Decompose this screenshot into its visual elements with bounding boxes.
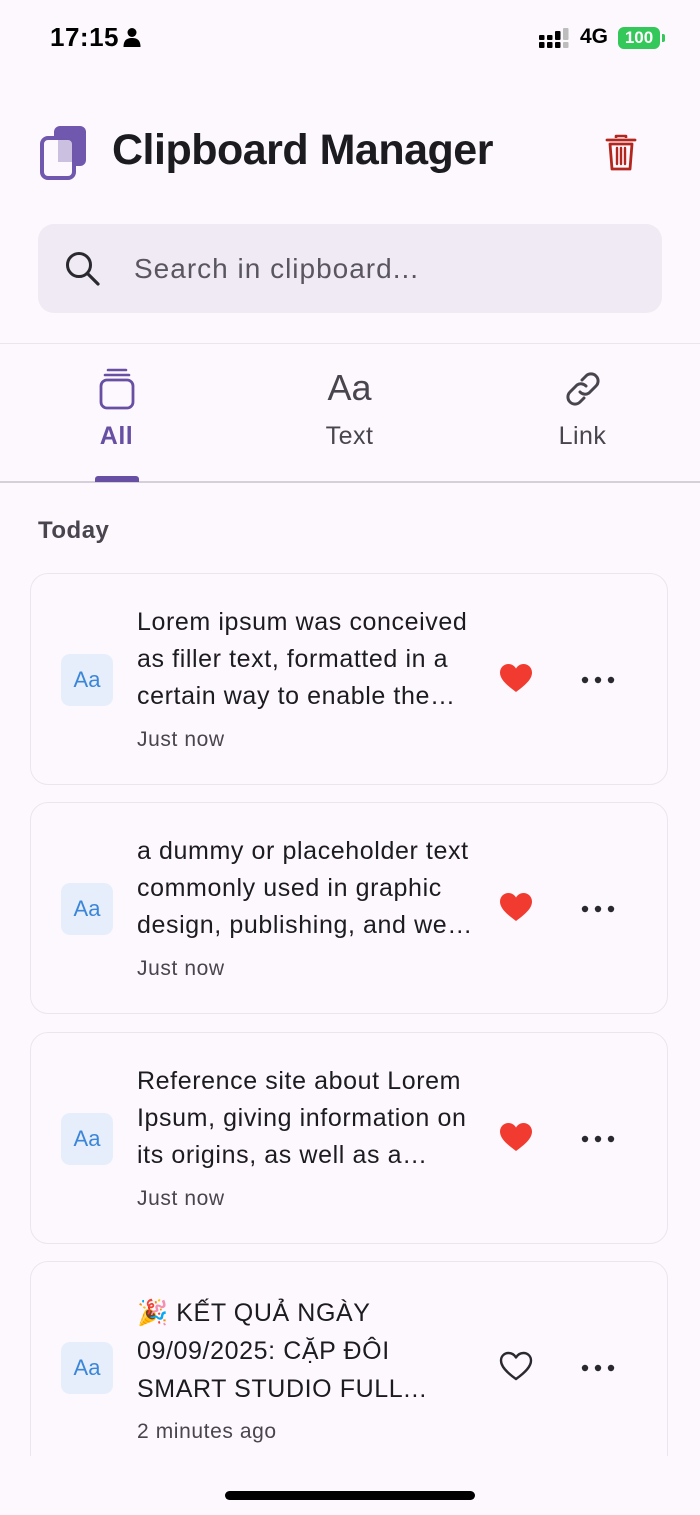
person-icon [122,27,142,52]
battery-icon: 100 [618,27,660,49]
heart-filled-icon [499,663,533,698]
stack-icon [99,368,135,415]
tab-label: All [99,422,134,450]
search-icon [64,250,102,293]
clip-timestamp: Just now [137,1187,225,1210]
more-options-button[interactable] [575,1117,621,1161]
clip-card[interactable]: Aa 🎉 KẾT QUẢ NGÀY 09/09/2025: CẶP ĐÔI SM… [30,1261,668,1473]
search-input[interactable] [134,246,634,292]
status-time: 17:15 [50,22,119,52]
heart-filled-icon [499,1122,533,1157]
active-tab-indicator [95,476,139,482]
more-horizontal-icon [581,671,615,689]
search-bar[interactable] [38,224,662,313]
clipboard-logo-icon [40,124,88,185]
app-title: Clipboard Manager [112,126,493,174]
bottom-safe-area [0,1456,700,1515]
favorite-button[interactable] [493,1346,539,1390]
more-horizontal-icon [581,1130,615,1148]
favorite-button[interactable] [493,658,539,702]
clip-card[interactable]: Aa Reference site about Lorem Ipsum, giv… [30,1032,668,1244]
trash-icon [605,134,637,177]
favorite-button[interactable] [493,887,539,931]
clip-text: Lorem ipsum was conceived as filler text… [137,608,468,710]
battery-tip [662,34,665,42]
tab-label: Link [558,422,607,450]
text-type-icon: Aa [327,367,372,408]
favorite-button[interactable] [493,1117,539,1161]
clip-text: Reference site about Lorem Ipsum, giving… [137,1067,467,1169]
cellular-signal-icon [539,28,571,55]
text-type-badge: Aa [61,883,113,935]
heart-outline-icon [499,1351,533,1386]
tab-text[interactable]: Aa Text [233,344,466,481]
more-horizontal-icon [581,1359,615,1377]
tab-bar: All Aa Text Link [0,344,700,481]
more-horizontal-icon [581,900,615,918]
delete-all-button[interactable] [592,127,650,183]
text-type-badge: Aa [61,1113,113,1165]
tab-label: Text [325,422,374,450]
more-options-button[interactable] [575,887,621,931]
clip-text: a dummy or placeholder text commonly use… [137,837,469,939]
tab-link[interactable]: Link [466,344,699,481]
network-type: 4G [580,25,609,48]
clip-card[interactable]: Aa Lorem ipsum was conceived as filler t… [30,573,668,785]
clip-text: 🎉 KẾT QUẢ NGÀY 09/09/2025: CẶP ĐÔI SMART… [137,1299,403,1403]
clip-timestamp: Just now [137,728,225,751]
home-indicator[interactable] [225,1491,475,1500]
more-options-button[interactable] [575,1346,621,1390]
clip-timestamp: 2 minutes ago [137,1420,277,1443]
link-icon [562,368,604,415]
text-type-badge: Aa [61,654,113,706]
clip-card[interactable]: Aa a dummy or placeholder text commonly … [30,802,668,1014]
text-type-badge: Aa [61,1342,113,1394]
more-options-button[interactable] [575,658,621,702]
section-header: Today [38,517,110,544]
clip-timestamp: Just now [137,957,225,980]
heart-filled-icon [499,892,533,927]
tab-all[interactable]: All [0,344,233,481]
